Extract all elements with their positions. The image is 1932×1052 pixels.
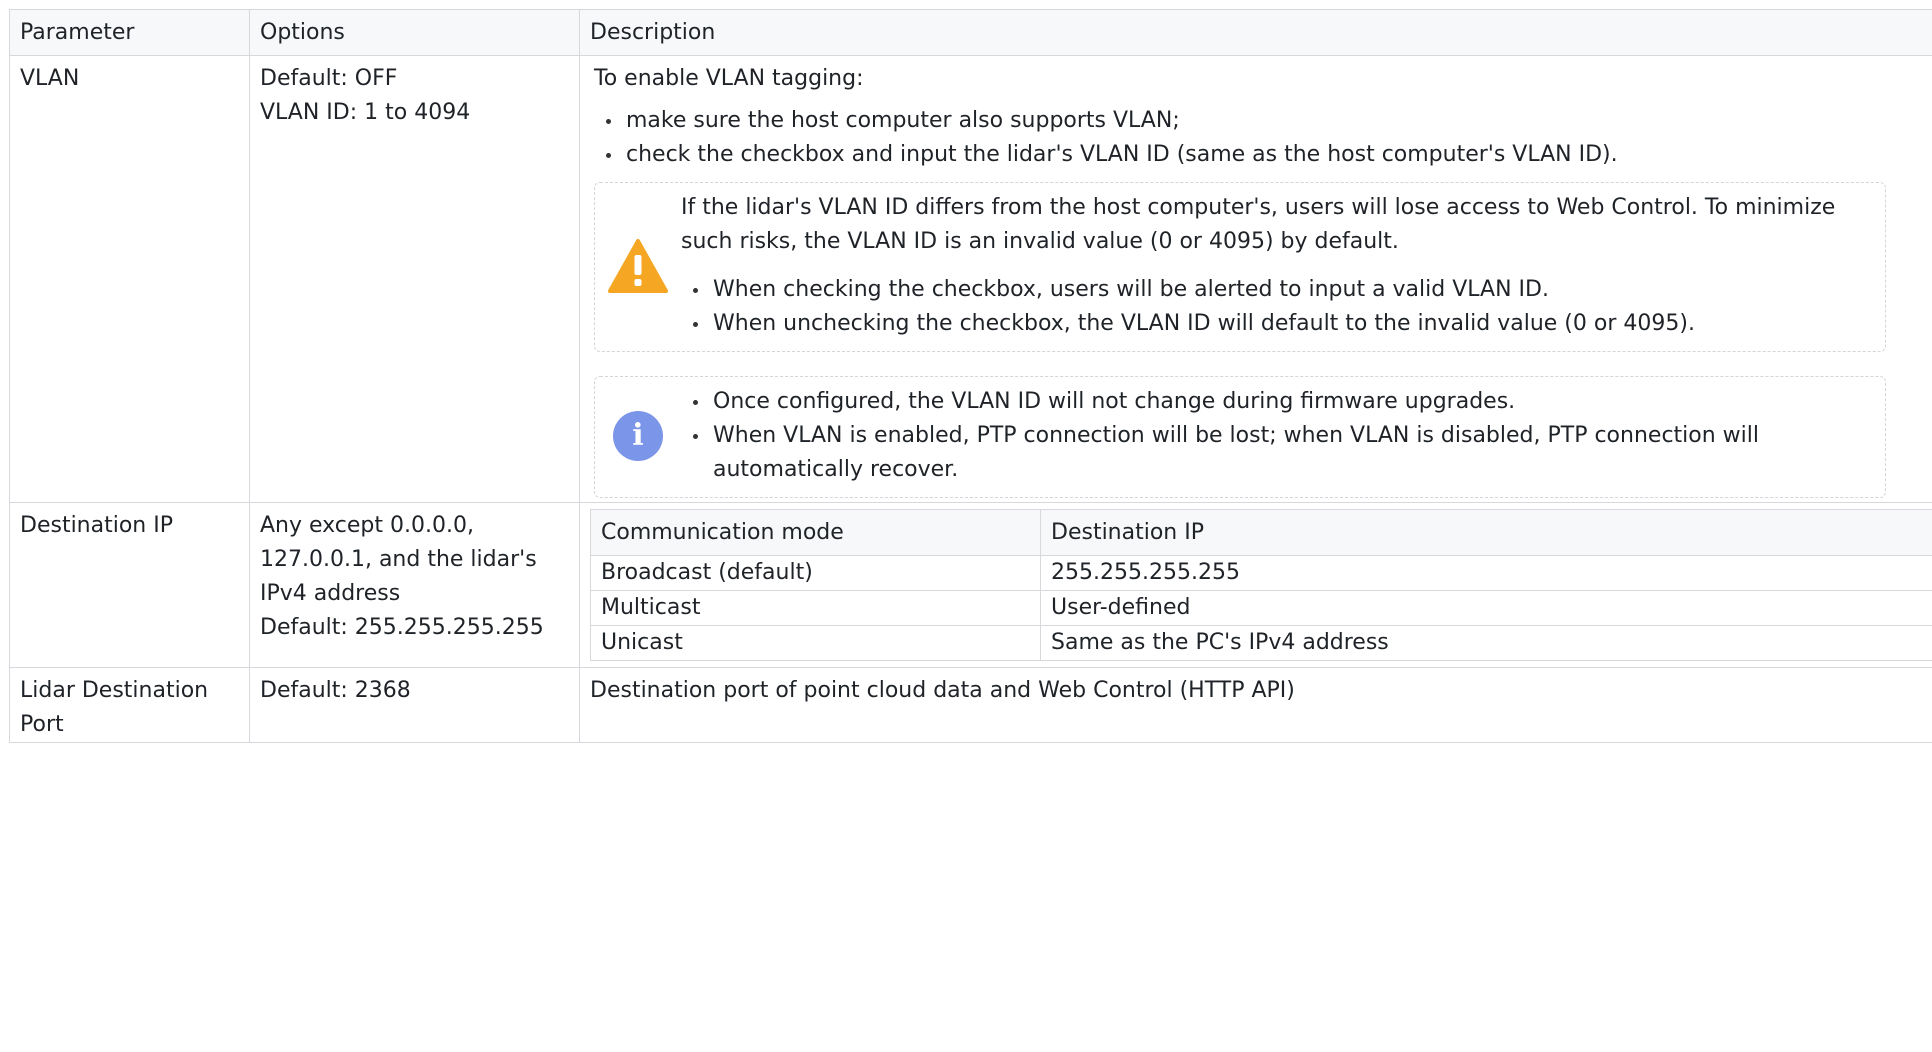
inner-header-ip: Destination IP	[1040, 509, 1932, 556]
option-line: VLAN ID: 1 to 4094	[260, 100, 471, 125]
list-item: make sure the host computer also support…	[594, 104, 1932, 138]
info-circle-icon: i	[613, 411, 663, 461]
options-vlan: Default: OFF VLAN ID: 1 to 4094	[249, 55, 580, 503]
vlan-steps-list: make sure the host computer also support…	[594, 104, 1932, 172]
vlan-intro: To enable VLAN tagging:	[594, 66, 864, 91]
options-destination-port: Default: 2368	[249, 667, 580, 743]
param-name-destination-port: Lidar Destination Port	[9, 667, 250, 743]
table-cell: Same as the PC's IPv4 address	[1040, 625, 1932, 661]
header-options: Options	[249, 9, 580, 56]
table-cell: Unicast	[590, 625, 1041, 661]
info-list: Once configured, the VLAN ID will not ch…	[681, 385, 1885, 487]
description-vlan: To enable VLAN tagging: make sure the ho…	[579, 55, 1932, 503]
table-row: Multicast User-defined	[590, 590, 1932, 626]
warning-list: When checking the checkbox, users will b…	[681, 273, 1885, 341]
table-row: Broadcast (default) 255.255.255.255	[590, 555, 1932, 591]
warning-text: If the lidar's VLAN ID differs from the …	[681, 195, 1836, 254]
warning-callout: If the lidar's VLAN ID differs from the …	[594, 182, 1886, 352]
list-item: When VLAN is enabled, PTP connection wil…	[681, 419, 1885, 487]
list-item: When checking the checkbox, users will b…	[681, 273, 1885, 307]
list-item: When unchecking the checkbox, the VLAN I…	[681, 307, 1885, 341]
option-line: Any except 0.0.0.0, 127.0.0.1, and the l…	[260, 513, 537, 606]
table-row-destination-port: Lidar Destination Port Default: 2368 Des…	[9, 667, 1932, 743]
list-item: check the checkbox and input the lidar's…	[594, 138, 1932, 172]
option-line: Default: OFF	[260, 66, 398, 91]
parameter-table: Parameter Options Description VLAN Defau…	[9, 9, 1932, 743]
table-cell: Broadcast (default)	[590, 555, 1041, 591]
param-name-vlan: VLAN	[9, 55, 250, 503]
info-callout: i Once configured, the VLAN ID will not …	[594, 376, 1886, 498]
inner-header-mode: Communication mode	[590, 509, 1041, 556]
header-description: Description	[579, 9, 1932, 56]
warning-triangle-icon	[608, 239, 668, 293]
inner-header-row: Communication mode Destination IP	[590, 509, 1932, 556]
param-name-destination-ip: Destination IP	[9, 502, 250, 668]
options-destination-ip: Any except 0.0.0.0, 127.0.0.1, and the l…	[249, 502, 580, 668]
table-cell: 255.255.255.255	[1040, 555, 1932, 591]
table-cell: Multicast	[590, 590, 1041, 626]
table-row-vlan: VLAN Default: OFF VLAN ID: 1 to 4094 To …	[9, 55, 1932, 503]
communication-mode-table: Communication mode Destination IP Broadc…	[590, 509, 1932, 661]
option-line: Default: 255.255.255.255	[260, 615, 544, 640]
description-destination-ip: Communication mode Destination IP Broadc…	[579, 502, 1932, 668]
table-cell: User-defined	[1040, 590, 1932, 626]
table-header-row: Parameter Options Description	[9, 9, 1932, 56]
table-row: Unicast Same as the PC's IPv4 address	[590, 625, 1932, 661]
table-row-destination-ip: Destination IP Any except 0.0.0.0, 127.0…	[9, 502, 1932, 668]
header-parameter: Parameter	[9, 9, 250, 56]
description-destination-port: Destination port of point cloud data and…	[579, 667, 1932, 743]
list-item: Once configured, the VLAN ID will not ch…	[681, 385, 1885, 419]
